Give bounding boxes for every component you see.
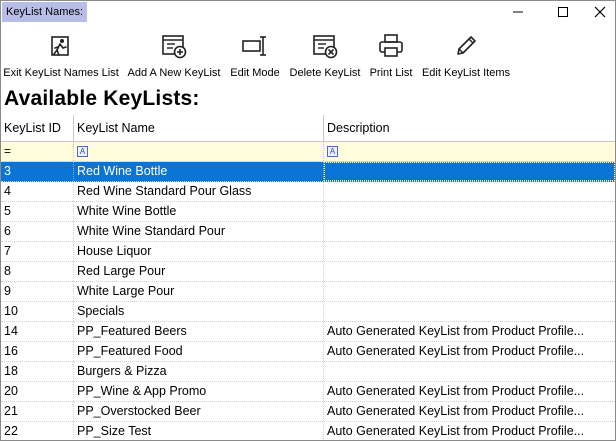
cell-keylist-id[interactable]: 9: [1, 282, 74, 301]
cell-description[interactable]: [324, 262, 615, 281]
table-row[interactable]: 20 PP_Wine & App Promo Auto Generated KeyL…: [1, 382, 615, 402]
cell-description[interactable]: [324, 162, 615, 181]
cell-keylist-name[interactable]: PP_Featured Beers: [74, 322, 324, 341]
cell-keylist-id[interactable]: 14: [1, 322, 74, 341]
print-list-label: Print List: [369, 67, 413, 79]
cell-description[interactable]: [324, 302, 615, 321]
cell-keylist-name[interactable]: White Wine Standard Pour: [74, 222, 324, 241]
table-row[interactable]: 6 White Wine Standard Pour: [1, 222, 615, 242]
edit-keylist-items-button[interactable]: Edit KeyList Items: [421, 29, 511, 83]
filter-cell-id[interactable]: =: [1, 142, 74, 161]
table-row[interactable]: 21 PP_Overstocked Beer Auto Generated KeyL…: [1, 402, 615, 422]
cell-description[interactable]: Auto Generated KeyList from Product Prof…: [324, 402, 615, 421]
cell-keylist-name[interactable]: Red Wine Bottle: [74, 162, 324, 181]
cell-keylist-name[interactable]: White Large Pour: [74, 282, 324, 301]
minimize-button[interactable]: [496, 1, 540, 23]
edit-mode-icon: [242, 36, 266, 56]
cell-description[interactable]: Auto Generated KeyList from Product Prof…: [324, 422, 615, 440]
cell-keylist-name[interactable]: PP_Size Test: [74, 422, 324, 440]
close-icon: [594, 6, 606, 18]
column-header-keylist-name[interactable]: KeyList Name: [74, 115, 324, 141]
cell-keylist-id[interactable]: 18: [1, 362, 74, 381]
cell-keylist-id[interactable]: 8: [1, 262, 74, 281]
cell-keylist-name[interactable]: PP_Overstocked Beer: [74, 402, 324, 421]
column-header-description[interactable]: Description: [324, 115, 615, 141]
grid-header: KeyList ID KeyList Name Description: [1, 115, 615, 142]
table-row[interactable]: 9 White Large Pour: [1, 282, 615, 302]
delete-list-icon: [313, 35, 338, 59]
print-list-button[interactable]: Print List: [367, 29, 415, 83]
maximize-icon: [558, 7, 568, 17]
exit-icon: [51, 36, 69, 56]
table-row[interactable]: 22 PP_Size Test Auto Generated KeyList fro…: [1, 422, 615, 440]
cell-keylist-name[interactable]: Red Large Pour: [74, 262, 324, 281]
cell-description[interactable]: [324, 242, 615, 261]
pencil-icon: [457, 36, 476, 55]
cell-description[interactable]: Auto Generated KeyList from Product Prof…: [324, 382, 615, 401]
cell-keylist-id[interactable]: 10: [1, 302, 74, 321]
add-list-icon: [162, 35, 187, 59]
cell-description[interactable]: [324, 282, 615, 301]
cell-description[interactable]: Auto Generated KeyList from Product Prof…: [324, 322, 615, 341]
filter-row: = A A: [1, 142, 615, 162]
edit-mode-label: Edit Mode: [230, 67, 280, 79]
column-header-keylist-id[interactable]: KeyList ID: [1, 115, 74, 141]
cell-keylist-id[interactable]: 7: [1, 242, 74, 261]
cell-description[interactable]: [324, 202, 615, 221]
cell-keylist-id[interactable]: 3: [1, 162, 74, 181]
cell-keylist-name[interactable]: Burgers & Pizza: [74, 362, 324, 381]
cell-keylist-name[interactable]: White Wine Bottle: [74, 202, 324, 221]
minimize-icon: [513, 11, 523, 13]
delete-keylist-label: Delete KeyList: [289, 67, 361, 79]
filter-cell-name[interactable]: A: [74, 142, 324, 161]
cell-keylist-id[interactable]: 20: [1, 382, 74, 401]
cell-keylist-name[interactable]: PP_Wine & App Promo: [74, 382, 324, 401]
table-row[interactable]: 4 Red Wine Standard Pour Glass: [1, 182, 615, 202]
table-row[interactable]: 10 Specials: [1, 302, 615, 322]
text-filter-icon: A: [77, 146, 88, 157]
table-row[interactable]: 5 White Wine Bottle: [1, 202, 615, 222]
exit-keylist-names-list-button[interactable]: Exit KeyList Names List: [3, 29, 119, 83]
cell-description[interactable]: Auto Generated KeyList from Product Prof…: [324, 342, 615, 361]
delete-keylist-button[interactable]: Delete KeyList: [289, 29, 361, 83]
cell-description[interactable]: [324, 222, 615, 241]
cell-keylist-id[interactable]: 16: [1, 342, 74, 361]
cell-description[interactable]: [324, 362, 615, 381]
close-button[interactable]: [585, 1, 615, 23]
add-new-keylist-label: Add A New KeyList: [127, 67, 221, 79]
cell-keylist-id[interactable]: 22: [1, 422, 74, 440]
table-row[interactable]: 14 PP_Featured Beers Auto Generated KeyLis…: [1, 322, 615, 342]
title-bar: KeyList Names:: [1, 1, 615, 23]
cell-keylist-id[interactable]: 5: [1, 202, 74, 221]
table-row[interactable]: 18 Burgers & Pizza: [1, 362, 615, 382]
table-row[interactable]: 3 Red Wine Bottle: [1, 162, 615, 182]
printer-icon: [379, 34, 403, 57]
table-row[interactable]: 7 House Liquor: [1, 242, 615, 262]
table-row[interactable]: 8 Red Large Pour: [1, 262, 615, 282]
cell-keylist-name[interactable]: PP_Featured Food: [74, 342, 324, 361]
filter-operator: =: [4, 144, 12, 158]
edit-mode-button[interactable]: Edit Mode: [226, 29, 284, 83]
filter-cell-description[interactable]: A: [324, 142, 615, 161]
cell-keylist-name[interactable]: House Liquor: [74, 242, 324, 261]
text-filter-icon: A: [327, 146, 338, 157]
cell-keylist-id[interactable]: 6: [1, 222, 74, 241]
cell-description[interactable]: [324, 182, 615, 201]
keylist-window: KeyList Names: Exit KeyList Names List A…: [0, 0, 616, 441]
exit-keylist-names-list-label: Exit KeyList Names List: [3, 67, 119, 79]
page-title: Available KeyLists:: [4, 87, 200, 110]
cell-keylist-id[interactable]: 4: [1, 182, 74, 201]
edit-keylist-items-label: Edit KeyList Items: [421, 67, 511, 79]
cell-keylist-id[interactable]: 21: [1, 402, 74, 421]
cell-keylist-name[interactable]: Red Wine Standard Pour Glass: [74, 182, 324, 201]
toolbar: Exit KeyList Names List Add A New KeyLis…: [1, 29, 615, 85]
maximize-button[interactable]: [541, 1, 585, 23]
table-row[interactable]: 16 PP_Featured Food Auto Generated KeyList…: [1, 342, 615, 362]
window-title: KeyList Names:: [2, 2, 88, 22]
add-new-keylist-button[interactable]: Add A New KeyList: [125, 29, 223, 83]
cell-keylist-name[interactable]: Specials: [74, 302, 324, 321]
